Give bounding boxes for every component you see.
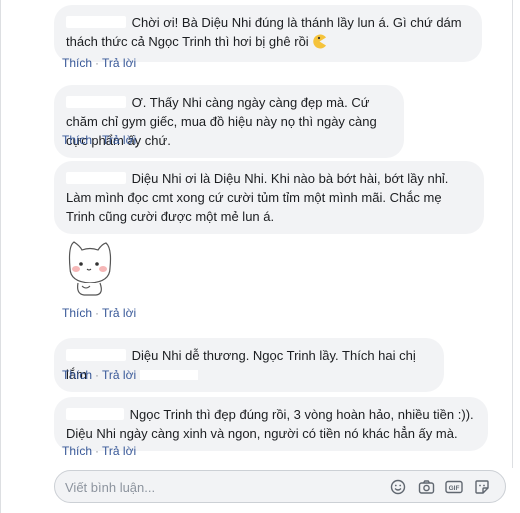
comment-2: Ơ. Thấy Nhi càng ngày càng đẹp mà. Cứ ch… (54, 85, 404, 158)
comment-actions: Thích · Trả lời (62, 133, 137, 147)
comment-actions: Thích · Trả lời (62, 368, 199, 382)
reply-link[interactable]: Trả lời (102, 368, 136, 382)
cat-sticker (60, 236, 120, 298)
reply-link[interactable]: Trả lời (102, 306, 136, 320)
pacman-emoji-icon (312, 34, 327, 54)
emoji-icon[interactable] (389, 478, 407, 496)
composer-tools: GIF (389, 478, 491, 496)
comment-5: Ngọc Trinh thì đẹp đúng rồi, 3 vòng hoàn… (54, 397, 488, 451)
author-name-redacted (66, 408, 124, 420)
comment-1: Chời ơi! Bà Diệu Nhi đúng là thánh lầy l… (54, 5, 482, 62)
author-name-redacted (66, 16, 126, 28)
like-link[interactable]: Thích (62, 306, 92, 320)
comment-actions: Thích · Trả lời (62, 444, 137, 458)
gif-icon[interactable]: GIF (445, 478, 463, 496)
comment-bubble: Diệu Nhi dễ thương. Ngọc Trinh lầy. Thíc… (54, 338, 444, 392)
reply-link[interactable]: Trả lời (102, 56, 136, 70)
reply-link[interactable]: Trả lời (102, 133, 136, 147)
comment-actions: Thích · Trả lời (62, 56, 137, 70)
comment-bubble: Ngọc Trinh thì đẹp đúng rồi, 3 vòng hoàn… (54, 397, 488, 451)
like-link[interactable]: Thích (62, 133, 92, 147)
comment-4: Diệu Nhi dễ thương. Ngọc Trinh lầy. Thíc… (54, 338, 444, 392)
comment-input[interactable] (65, 478, 345, 496)
comment-actions: Thích · Trả lời (62, 306, 137, 320)
svg-text:GIF: GIF (449, 485, 460, 492)
author-name-redacted (66, 172, 126, 184)
like-link[interactable]: Thích (62, 444, 92, 458)
divider (512, 0, 513, 468)
comment-text: Ngọc Trinh thì đẹp đúng rồi, 3 vòng hoàn… (66, 407, 474, 441)
author-name-redacted (66, 96, 126, 108)
comment-composer: GIF (54, 470, 506, 503)
like-link[interactable]: Thích (62, 56, 92, 70)
comment-bubble: Diệu Nhi ơi là Diệu Nhi. Khi nào bà bớt … (54, 161, 484, 234)
comment-bubble: Chời ơi! Bà Diệu Nhi đúng là thánh lầy l… (54, 5, 482, 62)
reply-link[interactable]: Trả lời (102, 444, 136, 458)
author-name-redacted (66, 349, 126, 361)
comment-3: Diệu Nhi ơi là Diệu Nhi. Khi nào bà bớt … (54, 161, 484, 234)
camera-icon[interactable] (417, 478, 435, 496)
sticker-icon[interactable] (473, 478, 491, 496)
like-link[interactable]: Thích (62, 368, 92, 382)
comment-bubble: Ơ. Thấy Nhi càng ngày càng đẹp mà. Cứ ch… (54, 85, 404, 158)
